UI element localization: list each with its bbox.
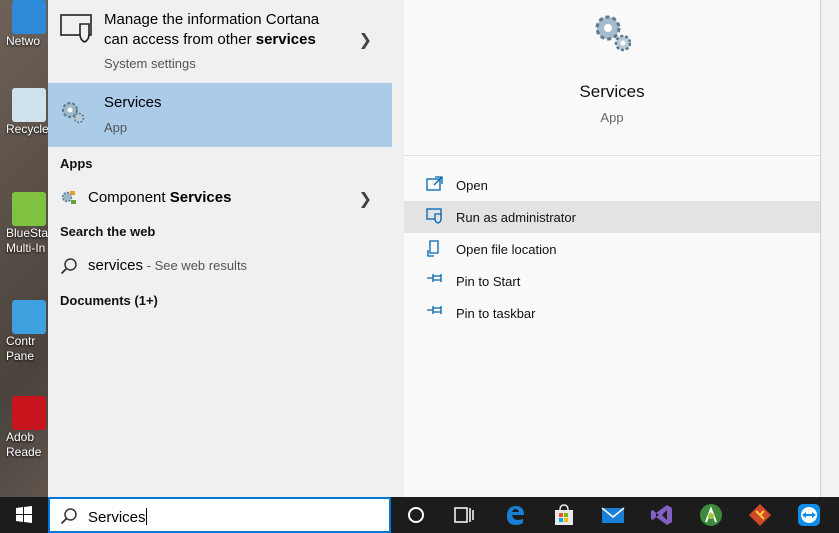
search-input[interactable]: Services	[88, 508, 147, 526]
pin-icon	[426, 272, 444, 291]
open-icon	[426, 176, 444, 197]
action-label: Pin to Start	[456, 274, 521, 289]
mail-button[interactable]	[589, 497, 637, 533]
search-icon	[60, 507, 78, 530]
detail-title: Services	[579, 82, 645, 101]
windows-logo-icon	[16, 506, 32, 523]
control-panel-icon	[12, 300, 46, 334]
git-button[interactable]	[736, 497, 784, 533]
recycle-bin-icon	[12, 88, 46, 122]
cortana-icon	[408, 507, 424, 523]
store-icon	[555, 504, 573, 525]
divider	[404, 155, 820, 156]
shield-settings-icon	[60, 12, 94, 49]
web-result-text: services - See web results	[88, 257, 248, 274]
action-run-as-administrator[interactable]: Run as administrator	[404, 201, 820, 233]
action-label: Open	[456, 178, 488, 193]
result-services-best-match[interactable]: Services App	[48, 83, 392, 147]
result-subtitle: System settings	[104, 56, 196, 71]
pin-icon	[426, 304, 444, 323]
git-icon	[749, 504, 771, 526]
action-open-file-location[interactable]: Open file location	[404, 233, 820, 265]
android-studio-button[interactable]	[687, 497, 735, 533]
desktop-icon-label: Contr	[6, 334, 36, 348]
action-pin-to-taskbar[interactable]: Pin to taskbar	[404, 297, 820, 329]
edge-button[interactable]	[491, 497, 539, 533]
mail-icon	[601, 507, 625, 523]
gears-icon	[590, 10, 636, 61]
action-label: Run as administrator	[456, 210, 576, 225]
adobe-reader-icon	[12, 396, 46, 430]
start-button[interactable]	[0, 497, 48, 533]
desktop-icon-label-line2: Reade	[6, 445, 42, 459]
visual-studio-button[interactable]	[638, 497, 686, 533]
desktop-icon-network[interactable]: Netwo	[0, 0, 50, 49]
bluestacks-icon	[12, 192, 46, 226]
android-studio-icon	[700, 504, 722, 526]
task-view-icon	[454, 507, 474, 523]
desktop-icon-label: Adob	[6, 430, 35, 444]
desktop-icon-label: Recycle	[6, 122, 49, 136]
shield-icon	[426, 208, 444, 229]
chevron-right-icon[interactable]: ❯	[359, 189, 372, 209]
taskbar: Services	[0, 497, 839, 533]
component-services-icon	[60, 189, 78, 212]
result-subtitle: App	[104, 120, 128, 135]
action-open[interactable]: Open	[404, 169, 820, 201]
desktop-icon-bluestacks[interactable]: BlueSta Multi-In	[0, 192, 50, 256]
result-web-search[interactable]: services - See web results	[48, 251, 392, 281]
desktop-icon-label: BlueSta	[6, 226, 49, 240]
result-title: Manage the information Cortana can acces…	[104, 11, 320, 48]
store-button[interactable]	[540, 497, 588, 533]
detail-pane: Services App Open Run as administrator O…	[404, 0, 820, 497]
teamviewer-icon	[798, 504, 820, 526]
edge-icon	[507, 506, 524, 525]
section-header-apps: Apps	[60, 156, 93, 171]
task-view-button[interactable]	[440, 497, 488, 533]
teamviewer-button[interactable]	[785, 497, 833, 533]
section-header-web: Search the web	[60, 224, 156, 239]
action-pin-to-start[interactable]: Pin to Start	[404, 265, 820, 297]
cortana-button[interactable]	[392, 497, 440, 533]
detail-subtitle: App	[600, 110, 624, 125]
desktop-icon-label-line2: Multi-In	[6, 241, 46, 255]
desktop-icon-control-panel[interactable]: Contr Pane	[0, 300, 50, 364]
desktop-icon-label: Netwo	[6, 34, 41, 48]
search-icon	[60, 257, 78, 280]
result-title: Component Services	[88, 189, 232, 206]
desktop-icon-label-line2: Pane	[6, 349, 35, 363]
desktop-icon-recycle-bin[interactable]: Recycle	[0, 88, 50, 137]
action-label: Pin to taskbar	[456, 306, 536, 321]
file-location-icon	[426, 240, 444, 263]
result-component-services[interactable]: Component Services ❯	[48, 183, 392, 213]
search-results-pane: Manage the information Cortana can acces…	[48, 0, 404, 497]
search-box[interactable]: Services	[48, 497, 391, 533]
result-cortana-settings[interactable]: Manage the information Cortana can acces…	[48, 0, 392, 83]
desktop-icon-adobe-reader[interactable]: Adob Reade	[0, 396, 50, 460]
background-window-edge	[820, 0, 839, 497]
chevron-right-icon[interactable]: ❯	[359, 30, 372, 50]
section-header-documents[interactable]: Documents (1+)	[60, 293, 158, 308]
gears-icon	[60, 99, 86, 130]
action-label: Open file location	[456, 242, 557, 257]
result-title: Services	[104, 94, 162, 111]
network-icon	[12, 0, 46, 34]
visual-studio-icon	[651, 505, 672, 525]
